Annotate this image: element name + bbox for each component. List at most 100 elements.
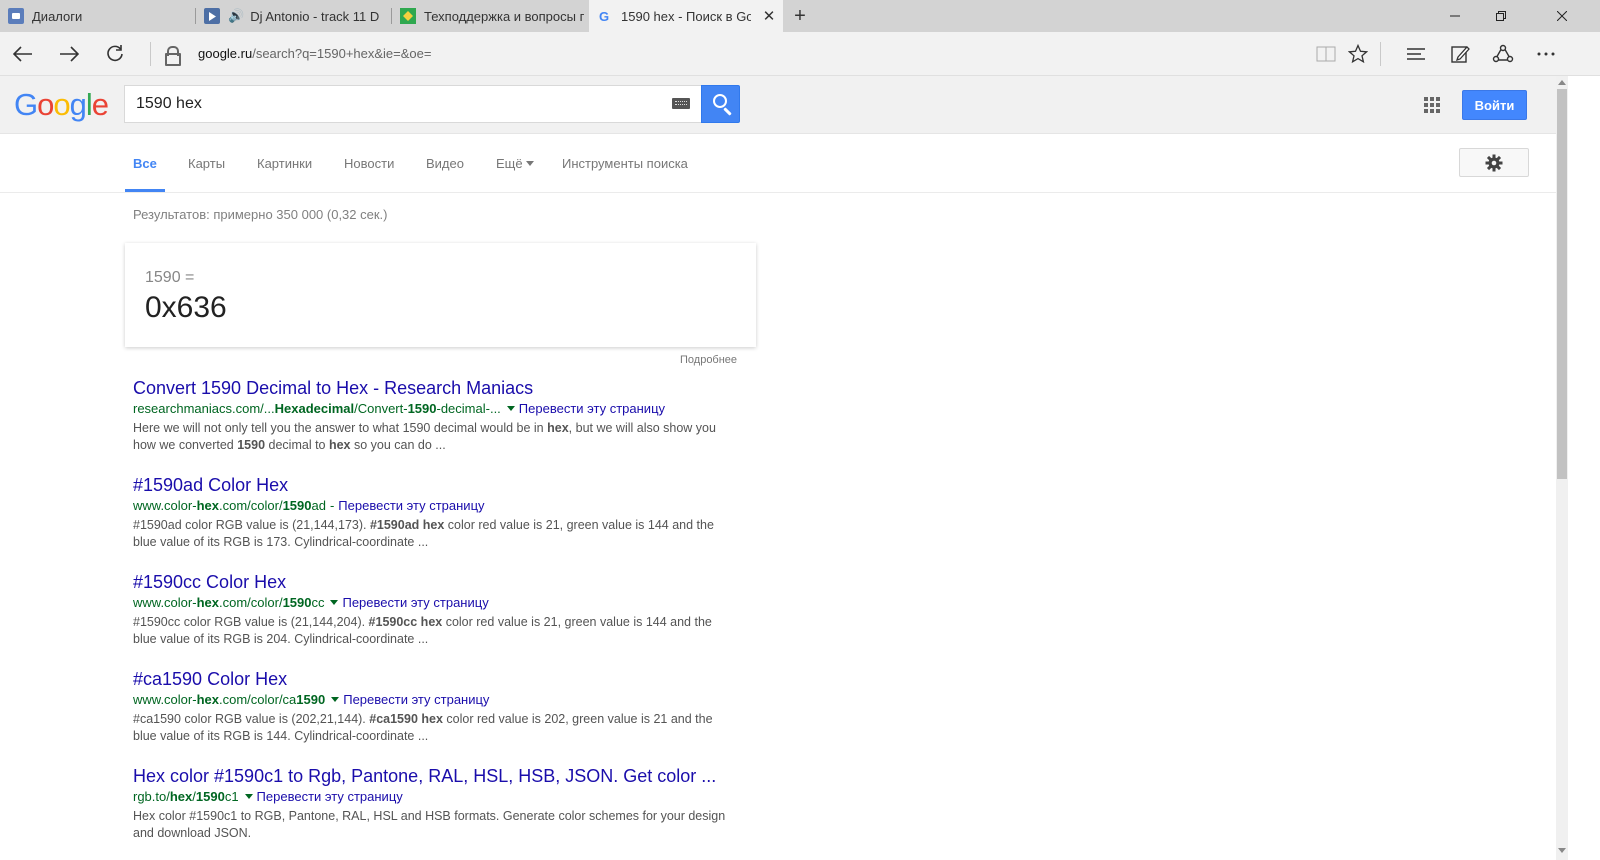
scroll-up-arrow-icon[interactable] (1558, 80, 1566, 85)
url-segment: www.color- (133, 595, 197, 610)
sign-in-button[interactable]: Войти (1462, 90, 1527, 120)
chevron-down-icon (525, 161, 534, 166)
scroll-down-arrow-icon[interactable] (1558, 848, 1566, 853)
active-tab-indicator (125, 189, 165, 192)
more-info-link[interactable]: Подробнее (680, 354, 737, 366)
tab-images[interactable]: Картинки (257, 156, 312, 171)
url-path: /search?q=1590+hex&ie=&oe= (252, 46, 432, 61)
tab-title: Dj Antonio - track 11 D (250, 8, 380, 24)
minimize-button[interactable] (1432, 0, 1478, 32)
translate-link[interactable]: Перевести эту страницу (519, 401, 665, 416)
snippet-segment: #1590ad hex (369, 518, 445, 532)
tab-all[interactable]: Все (133, 156, 157, 171)
translate-link[interactable]: Перевести эту страницу (257, 789, 403, 804)
search-input[interactable] (125, 86, 665, 122)
snippet-segment: Here we will not only tell you the answe… (133, 421, 548, 435)
speaker-icon[interactable]: 🔊 (228, 8, 244, 24)
search-button[interactable] (701, 85, 740, 123)
url-segment: ad (311, 498, 326, 513)
url-segment: 1590 (282, 595, 312, 610)
tab-title: 1590 hex - Поиск в Goo (621, 8, 751, 24)
url-separator: - (329, 498, 335, 513)
search-box (124, 85, 702, 123)
tab-video[interactable]: Видео (426, 156, 464, 171)
forward-button[interactable] (46, 32, 92, 76)
lock-icon[interactable] (162, 44, 182, 66)
url-segment: researchmaniacs.com/... (133, 401, 275, 416)
google-logo[interactable]: Google (14, 87, 109, 123)
navigation-bar: google.ru/search?q=1590+hex&ie=&oe= (0, 32, 1600, 76)
address-bar[interactable]: google.ru/search?q=1590+hex&ie=&oe= (198, 46, 431, 61)
browser-tab-dialogs[interactable]: Диалоги (0, 0, 195, 32)
more-actions-icon[interactable] (1524, 32, 1568, 76)
url-segment: 1590 (407, 401, 437, 416)
result-title-link[interactable]: #1590ad Color Hex (133, 475, 733, 496)
caret-down-icon[interactable] (330, 600, 339, 605)
url-segment: /Convert- (354, 401, 408, 416)
url-segment: www.color- (133, 498, 197, 513)
back-button[interactable] (0, 32, 46, 76)
browser-tab-music[interactable]: 🔊 Dj Antonio - track 11 D (196, 0, 391, 32)
url-segment: www.color- (133, 692, 197, 707)
tab-news[interactable]: Новости (344, 156, 394, 171)
snippet-segment: hex (328, 438, 351, 452)
close-window-button[interactable] (1524, 0, 1600, 32)
url-segment: hex (196, 692, 219, 707)
snippet-segment: hex (547, 421, 569, 435)
apps-grid-icon[interactable] (1424, 97, 1442, 115)
url-segment: hex (169, 789, 193, 804)
hub-icon[interactable] (1394, 32, 1438, 76)
keyboard-icon[interactable] (672, 98, 690, 109)
url-segment: .com/color/ca (218, 692, 297, 707)
search-result: #1590ad Color Hex www.color-hex.com/color… (133, 475, 733, 551)
close-tab-icon[interactable]: ✕ (755, 0, 783, 32)
url-segment: 1590 (195, 789, 225, 804)
tab-more[interactable]: Ещё (496, 156, 534, 171)
browser-tab-google-active[interactable]: G 1590 hex - Поиск в Goo ✕ (589, 0, 783, 32)
search-nav: Все Карты Картинки Новости Видео Ещё Инс… (0, 134, 1556, 193)
result-title-link[interactable]: Convert 1590 Decimal to Hex - Research M… (133, 378, 733, 399)
translate-link[interactable]: Перевести эту страницу (338, 498, 484, 513)
result-title-link[interactable]: #ca1590 Color Hex (133, 669, 733, 690)
new-tab-button[interactable]: + (786, 0, 814, 32)
scrollbar-thumb[interactable] (1557, 89, 1567, 479)
favorites-star-icon[interactable] (1336, 32, 1380, 76)
tab-maps[interactable]: Карты (188, 156, 225, 171)
result-url: researchmaniacs.com/...Hexadecimal/Conve… (133, 400, 733, 418)
url-segment: .com/color/ (218, 498, 283, 513)
result-snippet: Hex color #1590c1 to RGB, Pantone, RAL, … (133, 808, 733, 842)
web-note-icon[interactable] (1438, 32, 1482, 76)
search-result: #1590cc Color Hex www.color-hex.com/color… (133, 572, 733, 648)
result-snippet: #1590ad color RGB value is (21,144,173).… (133, 517, 733, 551)
snippet-segment: #ca1590 color RGB value is (202,21,144). (133, 712, 370, 726)
tab-search-tools[interactable]: Инструменты поиска (562, 156, 688, 171)
browser-tab-support[interactable]: Техподдержка и вопросы г (392, 0, 588, 32)
result-title-link[interactable]: Hex color #1590c1 to Rgb, Pantone, RAL, … (133, 766, 733, 787)
scrollbar[interactable] (1556, 76, 1568, 860)
settings-button[interactable] (1459, 148, 1529, 177)
url-segment: c1 (224, 789, 239, 804)
caret-down-icon[interactable] (331, 697, 340, 702)
restore-button[interactable] (1478, 0, 1524, 32)
play-icon (204, 8, 220, 24)
chat-icon (8, 8, 24, 24)
snippet-segment: #ca1590 hex (369, 712, 443, 726)
share-icon[interactable] (1481, 32, 1525, 76)
url-host: google.ru (198, 46, 253, 61)
conversion-result: 0x636 (145, 291, 227, 324)
search-result: Hex color #1590c1 to Rgb, Pantone, RAL, … (133, 766, 733, 842)
caret-down-icon[interactable] (506, 406, 515, 411)
translate-link[interactable]: Перевести эту страницу (343, 692, 489, 707)
translate-link[interactable]: Перевести эту страницу (342, 595, 488, 610)
url-segment: .com/color/ (218, 595, 283, 610)
caret-down-icon[interactable] (244, 794, 253, 799)
refresh-icon (107, 45, 123, 62)
page-margin (1568, 76, 1600, 860)
calculator-card: 1590 = 0x636 (125, 243, 756, 347)
result-title-link[interactable]: #1590cc Color Hex (133, 572, 733, 593)
refresh-button[interactable] (92, 32, 138, 76)
search-result: #ca1590 Color Hex www.color-hex.com/color… (133, 669, 733, 745)
snippet-segment: #1590cc hex (368, 615, 443, 629)
result-url: www.color-hex.com/color/ca1590 Перевести … (133, 691, 733, 709)
snippet-segment: 1590 (237, 438, 266, 452)
